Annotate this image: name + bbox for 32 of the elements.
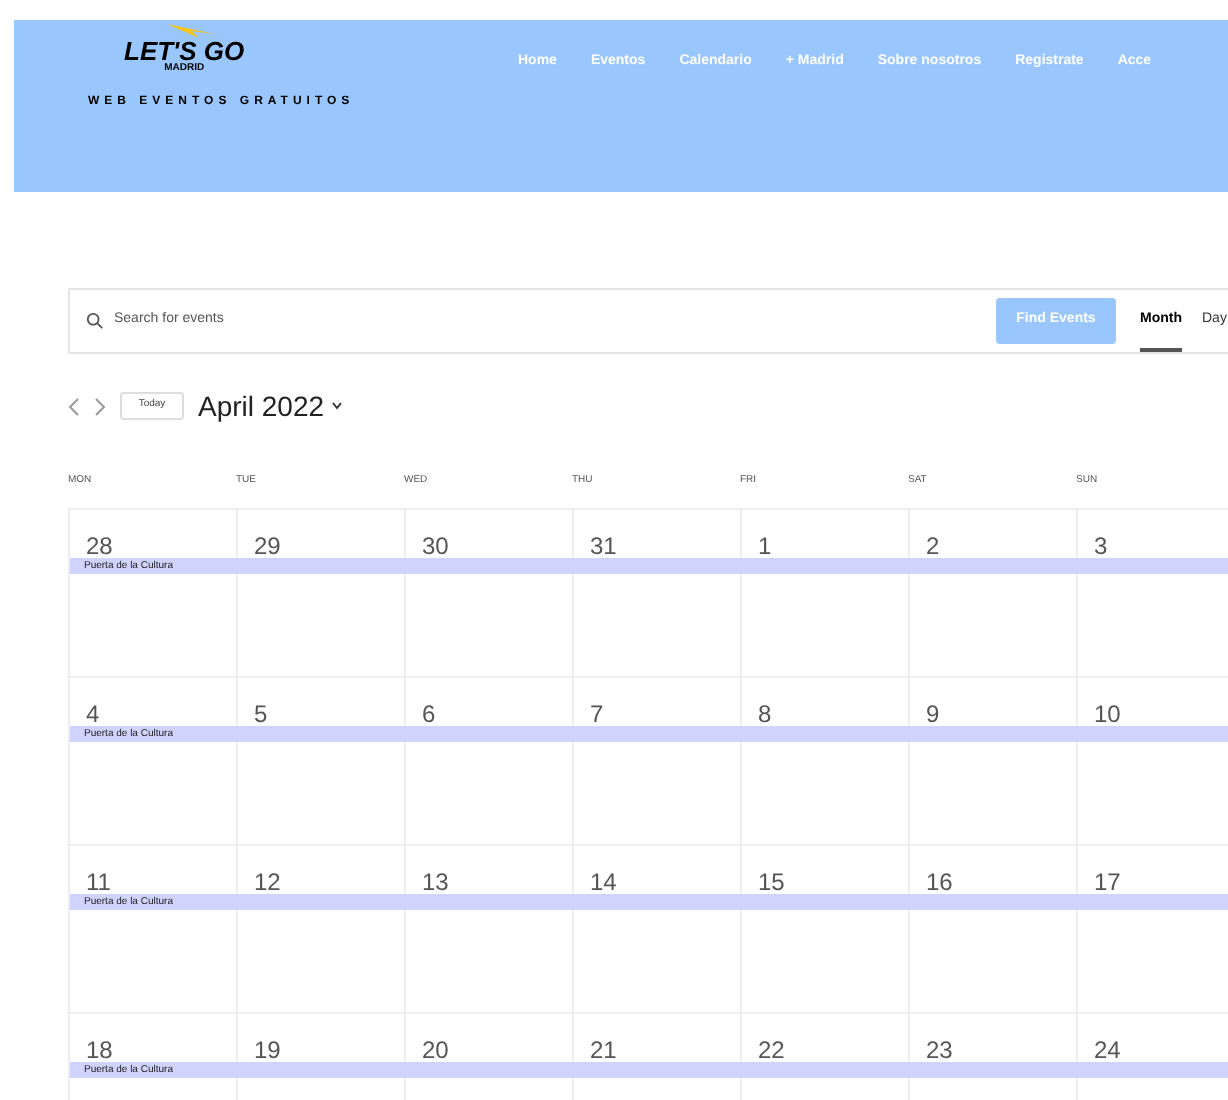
- day-number[interactable]: 22: [758, 1036, 785, 1064]
- day-number[interactable]: 4: [86, 700, 100, 728]
- day-number[interactable]: 16: [926, 868, 953, 896]
- day-number[interactable]: 10: [1094, 700, 1121, 728]
- chevron-down-icon: [332, 402, 343, 410]
- day-number[interactable]: 14: [590, 868, 617, 896]
- day-number[interactable]: 6: [422, 700, 436, 728]
- day-number[interactable]: 19: [254, 1036, 281, 1064]
- day-number[interactable]: 24: [1094, 1036, 1121, 1064]
- day-number[interactable]: 29: [254, 532, 281, 560]
- day-number[interactable]: 18: [86, 1036, 113, 1064]
- day-number[interactable]: 30: [422, 532, 449, 560]
- day-number[interactable]: 21: [590, 1036, 617, 1064]
- day-number[interactable]: 17: [1094, 868, 1121, 896]
- day-number[interactable]: 9: [926, 700, 940, 728]
- day-number[interactable]: 31: [590, 532, 617, 560]
- day-number[interactable]: 12: [254, 868, 281, 896]
- day-number[interactable]: 15: [758, 868, 785, 896]
- day-number[interactable]: 7: [590, 700, 604, 728]
- day-number[interactable]: 28: [86, 532, 113, 560]
- day-number[interactable]: 11: [86, 868, 111, 896]
- day-number[interactable]: 20: [422, 1036, 449, 1064]
- search-icon: [86, 312, 104, 330]
- day-number[interactable]: 5: [254, 700, 268, 728]
- day-number[interactable]: 3: [1094, 532, 1108, 560]
- day-number[interactable]: 1: [758, 532, 772, 560]
- day-number[interactable]: 8: [758, 700, 772, 728]
- lightning-icon: [164, 24, 221, 38]
- day-number[interactable]: 13: [422, 868, 449, 896]
- day-number[interactable]: 23: [926, 1036, 953, 1064]
- month-picker[interactable]: April 2022: [198, 385, 343, 427]
- day-number[interactable]: 2: [926, 532, 940, 560]
